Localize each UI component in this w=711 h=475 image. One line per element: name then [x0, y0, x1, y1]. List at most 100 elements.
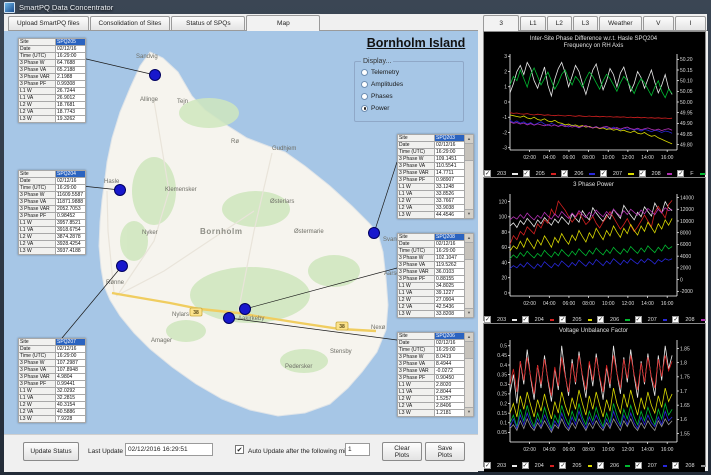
scroll-up-icon[interactable]: ▲	[465, 135, 473, 144]
scroll-down-icon[interactable]: ▼	[465, 407, 473, 416]
series-toggle-206[interactable]: ✓	[597, 316, 604, 323]
marker-leader-line	[374, 162, 397, 233]
scroll-up-icon[interactable]: ▲	[465, 333, 473, 342]
tab-l3[interactable]: L3	[573, 16, 598, 30]
scroll-down-icon[interactable]: ▼	[465, 209, 473, 218]
row-value[interactable]: SPQ207	[56, 339, 86, 346]
row-value[interactable]: SPQ205	[56, 39, 86, 46]
minutes-field[interactable]	[345, 443, 370, 456]
radio-telemetry[interactable]: Telemetry	[361, 66, 459, 78]
series-toggle-F[interactable]: ✓	[677, 170, 684, 177]
tab-status-of-spqs[interactable]: Status of SPQs	[171, 16, 245, 30]
radio-power[interactable]: Power	[361, 102, 459, 114]
clear-plots-button[interactable]: Clear Plots	[382, 442, 422, 461]
series-toggle-204[interactable]: ✓	[522, 462, 529, 469]
row-value[interactable]: SPQ204	[56, 171, 86, 178]
map-area[interactable]: 3838SandvigAllingeTejnRøGudhjemHasleKlem…	[4, 31, 478, 434]
x-axis-tick: 16:00	[661, 155, 674, 161]
last-update-field[interactable]	[125, 443, 213, 456]
left-axis-tick: 3	[504, 54, 507, 60]
scroll-thumb[interactable]	[465, 243, 473, 260]
scroll-up-icon[interactable]: ▲	[465, 234, 473, 243]
x-axis-tick: 04:00	[543, 301, 556, 307]
row-label: 3 Phase VA	[398, 361, 435, 368]
series-label: 204	[535, 463, 544, 469]
series-toggle-206[interactable]: ✓	[561, 170, 568, 177]
right-axis-tick: 50.00	[680, 100, 693, 106]
update-status-button[interactable]: Update Status	[23, 442, 79, 461]
table-row: Date02/12/16	[19, 346, 86, 353]
row-value: 27.0904	[435, 297, 465, 304]
table-scrollbar[interactable]: ▲▼	[465, 134, 474, 219]
series-toggle-203[interactable]: ✓	[484, 462, 491, 469]
row-value[interactable]: SPQ203	[435, 135, 465, 142]
left-axis-tick: 100	[499, 215, 508, 221]
x-axis-tick: 02:00	[523, 447, 536, 453]
right-axis-tick: 50.05	[680, 89, 693, 95]
table-row: 3 Phase VA119.5262	[398, 262, 465, 269]
series-color-swatch	[663, 465, 667, 467]
row-label: 3 Phase W	[19, 60, 56, 67]
row-value[interactable]: SPQ208	[435, 234, 465, 241]
table-row: L1 W34.8025	[398, 283, 465, 290]
row-value: 107.2987	[56, 360, 86, 367]
series-toggle-203[interactable]: ✓	[484, 170, 491, 177]
right-axis-tick: 14000	[680, 195, 694, 201]
table-row: L3 W33.8208	[398, 311, 465, 318]
series-label: 205	[572, 463, 581, 469]
series-label: 208	[685, 317, 694, 323]
right-axis-tick: 49.90	[680, 121, 693, 127]
tab-consolidation-of-sites[interactable]: Consolidation of Sites	[90, 16, 171, 30]
auto-update-checkbox[interactable]: ✔	[235, 445, 244, 454]
series-toggle-203[interactable]: ✓	[484, 316, 491, 323]
tab-l1[interactable]: L1	[520, 16, 545, 30]
table-scrollbar[interactable]: ▲▼	[465, 233, 474, 318]
series-toggle-207[interactable]: ✓	[600, 170, 607, 177]
series-color-swatch	[700, 173, 705, 175]
series-toggle-205[interactable]: ✓	[559, 462, 566, 469]
series-toggle-206[interactable]: ✓	[597, 462, 604, 469]
row-label: L3 W	[19, 248, 56, 255]
tab-v-thd[interactable]: V THD	[643, 16, 674, 30]
row-label: Date	[398, 241, 435, 248]
tab-weather[interactable]: Weather	[599, 16, 641, 30]
title-bar[interactable]: SmartPQ Data Concentrator	[0, 0, 711, 14]
row-value: 16:29:00	[435, 347, 465, 354]
row-value[interactable]: SPQ206	[435, 333, 465, 340]
scroll-thumb[interactable]	[465, 342, 473, 359]
site-marker-SPQ203[interactable]	[369, 228, 380, 239]
radio-phases[interactable]: Phases	[361, 90, 459, 102]
series-toggle-205[interactable]: ✓	[523, 170, 530, 177]
tab-upload-smartpq-files[interactable]: Upload SmartPQ files	[8, 16, 89, 30]
site-marker-SPQ208[interactable]	[240, 304, 251, 315]
left-axis-tick: 40	[501, 260, 507, 266]
series-toggle-207[interactable]: ✓	[635, 462, 642, 469]
save-plots-button[interactable]: Save Plots	[425, 442, 465, 461]
tab-3-phase[interactable]: 3 Phase	[483, 15, 519, 31]
tab-l2[interactable]: L2	[547, 16, 572, 30]
scroll-down-icon[interactable]: ▼	[465, 308, 473, 317]
series-toggle-207[interactable]: ✓	[635, 316, 642, 323]
road-badge-label: 38	[339, 324, 345, 330]
row-label: L2 VA	[19, 109, 56, 116]
series-toggle-204[interactable]: ✓	[522, 316, 529, 323]
series-toggle-205[interactable]: ✓	[559, 316, 566, 323]
site-marker-SPQ206[interactable]	[224, 313, 235, 324]
scroll-thumb[interactable]	[465, 144, 473, 161]
series-toggle-208[interactable]: ✓	[639, 170, 646, 177]
series-label: 208	[685, 463, 694, 469]
series-toggle-208[interactable]: ✓	[672, 462, 679, 469]
tab-map[interactable]: Map	[246, 15, 320, 31]
site-marker-SPQ205[interactable]	[150, 70, 161, 81]
row-label: 3 Phase PF	[398, 276, 435, 283]
chart-canvas: Inter-Site Phase Difference w.r.t. Hasle…	[484, 32, 705, 162]
table-scrollbar[interactable]: ▲▼	[465, 332, 474, 417]
radio-amplitudes[interactable]: Amplitudes	[361, 78, 459, 90]
tab-i-thd[interactable]: I THD	[675, 16, 706, 30]
site-marker-SPQ204[interactable]	[115, 185, 126, 196]
right-axis-tick: 49.95	[680, 110, 693, 116]
map-place-label: Amager	[151, 338, 172, 344]
site-marker-SPQ207[interactable]	[117, 261, 128, 272]
table-row: L2 W18.7681	[19, 102, 86, 109]
series-toggle-208[interactable]: ✓	[672, 316, 679, 323]
